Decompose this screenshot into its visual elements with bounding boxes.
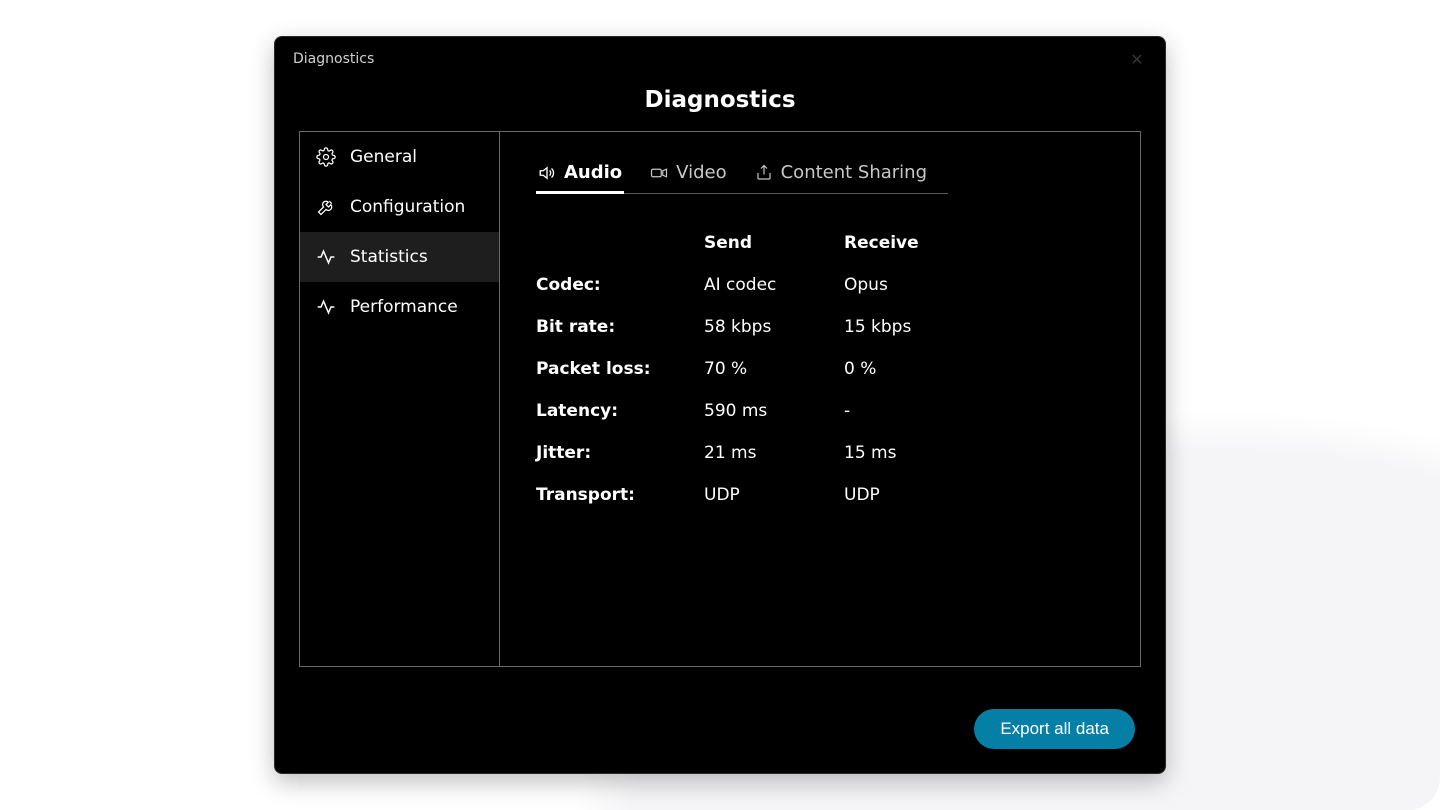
sidebar-item-label: General — [350, 147, 417, 167]
tabs: Audio Video Content Sharing — [536, 156, 948, 194]
close-icon[interactable]: ✕ — [1121, 50, 1153, 69]
table-row: Jitter: 21 ms 15 ms — [536, 432, 948, 474]
cell-receive: Opus — [844, 275, 948, 295]
sidebar: General Configuration Statistics Perform… — [300, 132, 500, 666]
tab-label: Video — [676, 162, 726, 183]
cell-send: 21 ms — [704, 443, 844, 463]
sidebar-item-label: Statistics — [350, 247, 428, 267]
sidebar-item-label: Configuration — [350, 197, 465, 217]
table-row: Latency: 590 ms - — [536, 390, 948, 432]
header-send: Send — [704, 233, 844, 253]
row-label: Bit rate: — [536, 317, 704, 337]
row-label: Latency: — [536, 401, 704, 421]
tab-label: Audio — [564, 162, 622, 183]
cell-receive: - — [844, 401, 948, 421]
header-blank — [536, 233, 704, 253]
table-row: Bit rate: 58 kbps 15 kbps — [536, 306, 948, 348]
sidebar-item-performance[interactable]: Performance — [300, 282, 499, 332]
content-frame: General Configuration Statistics Perform… — [299, 131, 1141, 667]
table-row: Transport: UDP UDP — [536, 474, 948, 516]
table-row: Codec: AI codec Opus — [536, 264, 948, 306]
share-icon — [755, 164, 773, 182]
titlebar: Diagnostics ✕ — [275, 37, 1165, 81]
cell-receive: 15 ms — [844, 443, 948, 463]
table-header: Send Receive — [536, 222, 948, 264]
activity-icon — [316, 297, 336, 317]
sidebar-item-statistics[interactable]: Statistics — [300, 232, 499, 282]
tools-icon — [316, 197, 336, 217]
video-icon — [650, 164, 668, 182]
tab-video[interactable]: Video — [648, 156, 728, 193]
row-label: Packet loss: — [536, 359, 704, 379]
sidebar-item-configuration[interactable]: Configuration — [300, 182, 499, 232]
row-label: Transport: — [536, 485, 704, 505]
page-title: Diagnostics — [275, 81, 1165, 131]
tab-content-sharing[interactable]: Content Sharing — [753, 156, 929, 193]
speaker-icon — [538, 164, 556, 182]
tab-label: Content Sharing — [781, 162, 927, 183]
export-all-data-button[interactable]: Export all data — [974, 709, 1135, 749]
row-label: Jitter: — [536, 443, 704, 463]
sidebar-item-general[interactable]: General — [300, 132, 499, 182]
table-row: Packet loss: 70 % 0 % — [536, 348, 948, 390]
header-receive: Receive — [844, 233, 948, 253]
cell-receive: 0 % — [844, 359, 948, 379]
cell-send: UDP — [704, 485, 844, 505]
dialog-footer: Export all data — [275, 667, 1165, 773]
cell-send: 58 kbps — [704, 317, 844, 337]
tab-audio[interactable]: Audio — [536, 156, 624, 193]
cell-send: 590 ms — [704, 401, 844, 421]
main-panel: Audio Video Content Sharing — [500, 132, 1140, 666]
gear-icon — [316, 147, 336, 167]
row-label: Codec: — [536, 275, 704, 295]
activity-icon — [316, 247, 336, 267]
sidebar-item-label: Performance — [350, 297, 458, 317]
cell-receive: UDP — [844, 485, 948, 505]
diagnostics-dialog: Diagnostics ✕ Diagnostics General Config… — [274, 36, 1166, 774]
window-title: Diagnostics — [293, 51, 374, 67]
stats-table: Send Receive Codec: AI codec Opus Bit ra… — [536, 222, 948, 516]
cell-send: AI codec — [704, 275, 844, 295]
cell-send: 70 % — [704, 359, 844, 379]
cell-receive: 15 kbps — [844, 317, 948, 337]
